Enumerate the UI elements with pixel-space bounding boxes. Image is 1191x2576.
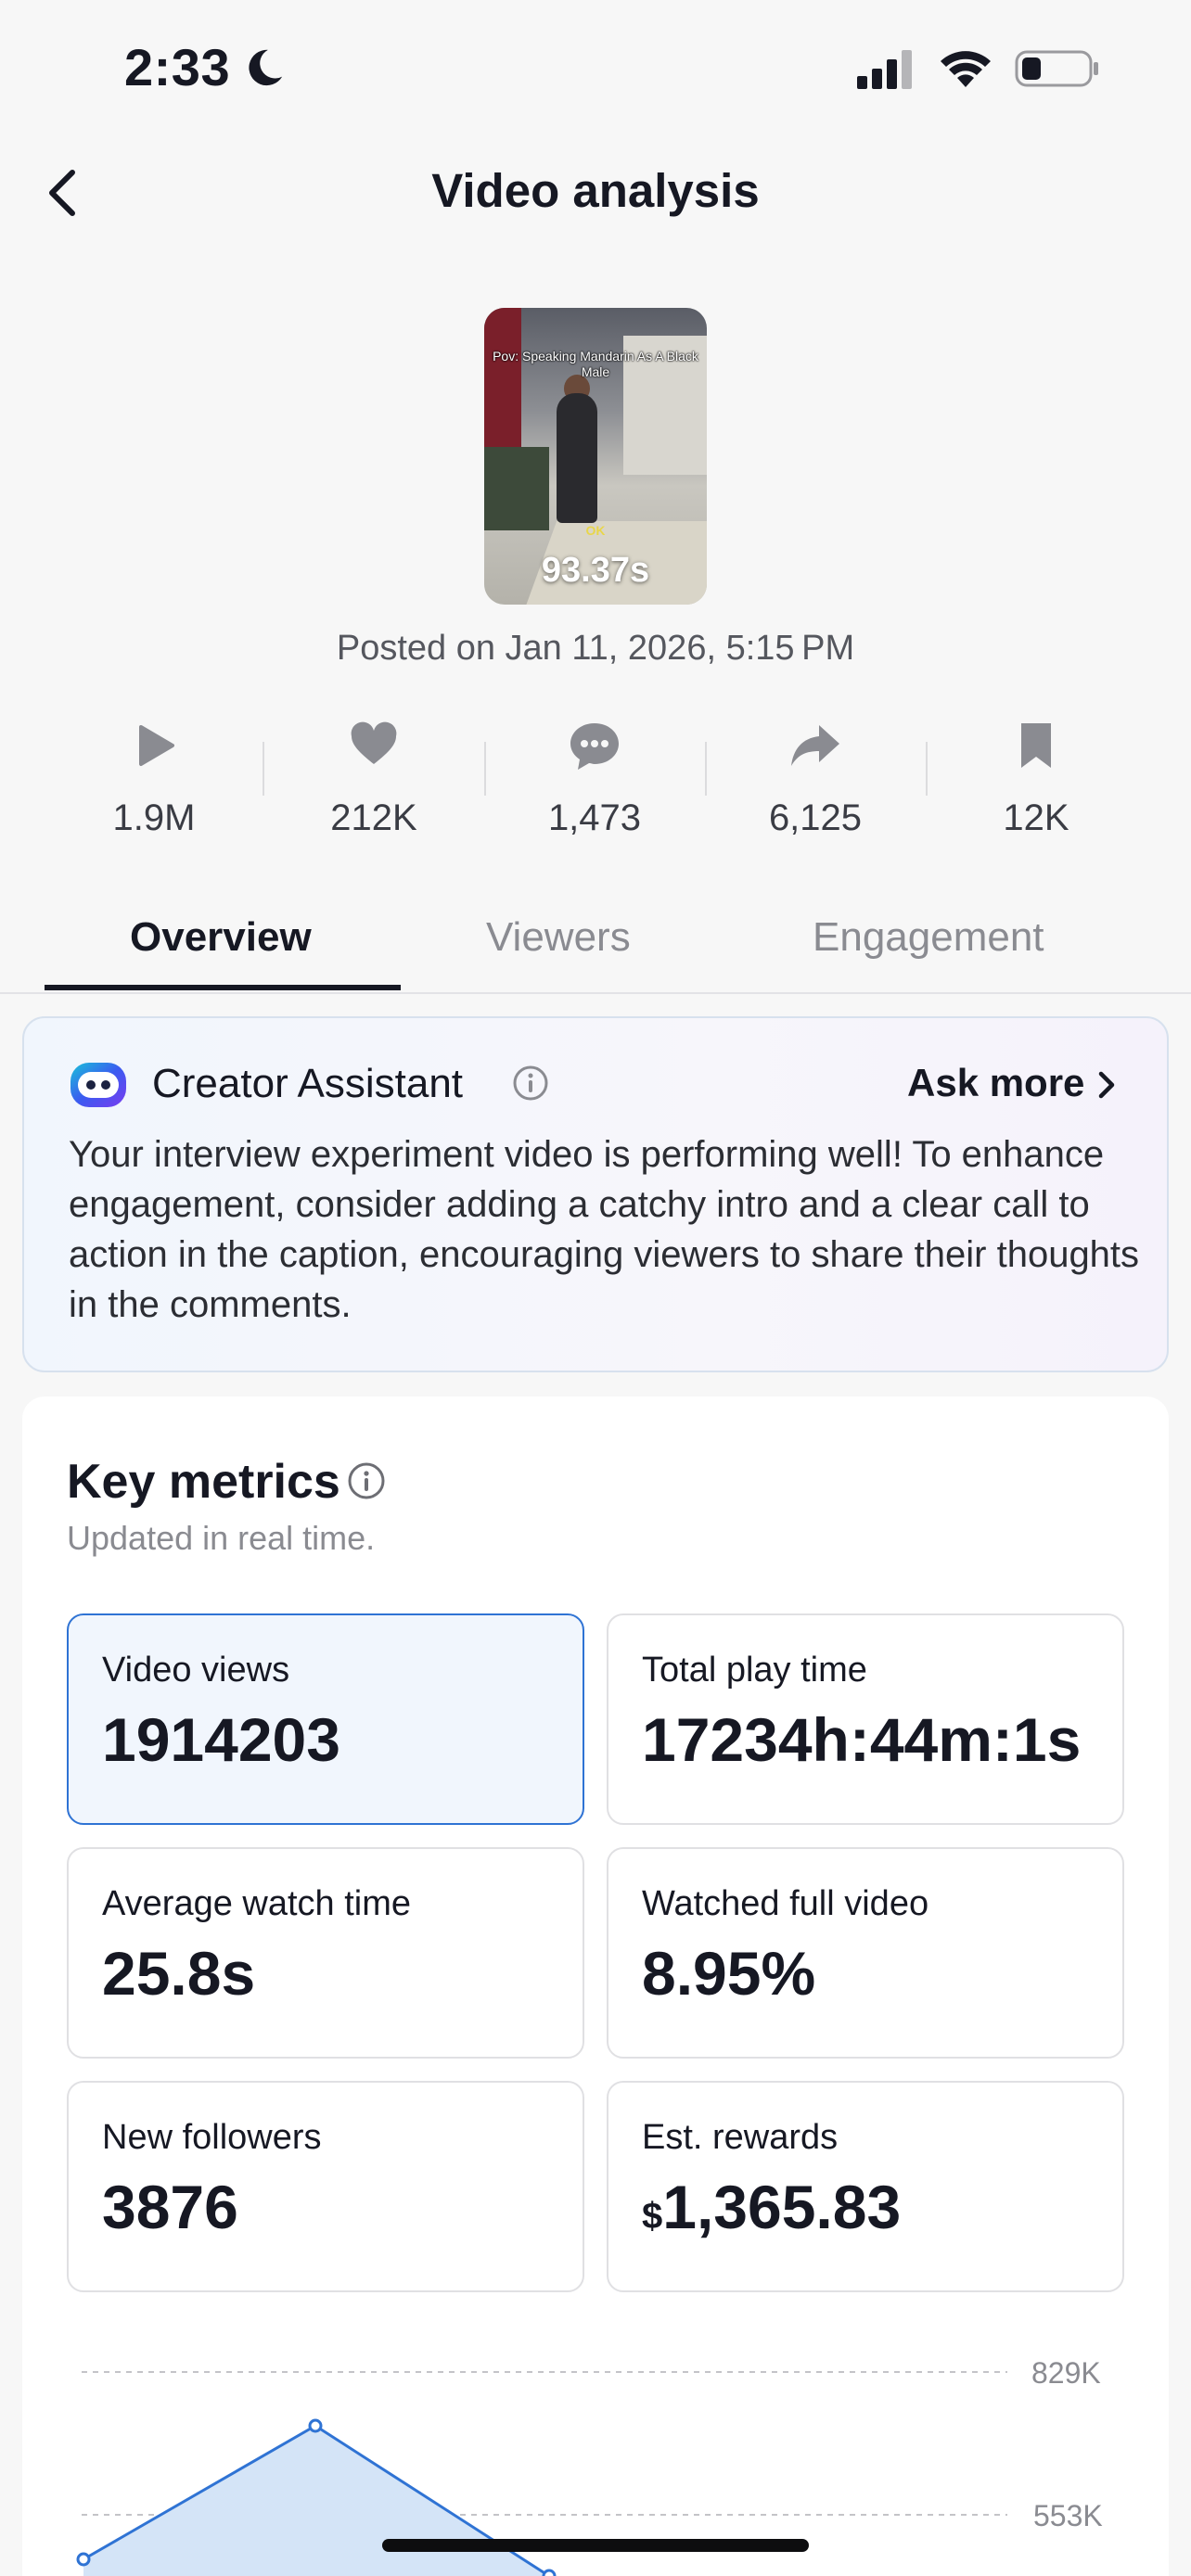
stat-views: 1.9M xyxy=(61,720,247,839)
metric-amount: 1,365.83 xyxy=(662,2173,902,2241)
tab-engagement[interactable]: Engagement xyxy=(813,914,1044,961)
stat-divider xyxy=(484,742,486,796)
tab-divider xyxy=(0,992,1191,994)
creator-assistant-logo-icon xyxy=(70,1063,126,1107)
bookmark-icon xyxy=(1021,723,1051,768)
metric-video-views[interactable]: Video views 1914203 xyxy=(67,1613,584,1825)
chart-point xyxy=(308,2418,323,2433)
chart-point xyxy=(542,2569,557,2576)
stat-value: 1,473 xyxy=(547,797,642,838)
stat-divider xyxy=(926,742,928,796)
metric-value: $1,365.83 xyxy=(642,2172,901,2242)
heart-icon xyxy=(351,721,397,764)
stat-divider xyxy=(263,742,264,796)
metrics-title: Key metrics xyxy=(67,1455,340,1509)
metric-label: Average watch time xyxy=(102,1884,412,1923)
cellular-signal-icon xyxy=(857,50,912,89)
info-icon[interactable] xyxy=(512,1065,549,1102)
key-metrics-card: Key metrics Updated in real time. Video … xyxy=(22,1396,1169,2576)
stat-divider xyxy=(705,742,707,796)
assistant-title: Creator Assistant xyxy=(152,1061,464,1106)
y-tick-553k: 553K xyxy=(1033,2499,1103,2532)
metrics-subtitle: Updated in real time. xyxy=(67,1519,376,1557)
metric-value: 3876 xyxy=(102,2173,238,2241)
thumbnail-overlay-text: OK xyxy=(585,523,606,538)
thumb-shelf xyxy=(484,447,549,530)
chart-area-fill xyxy=(83,2426,549,2576)
metric-label: Video views xyxy=(102,1651,290,1690)
stat-shares: 6,125 xyxy=(723,720,908,839)
tab-overview[interactable]: Overview xyxy=(130,914,312,961)
wifi-icon xyxy=(941,51,991,87)
active-tab-indicator xyxy=(45,985,401,990)
metric-new-followers[interactable]: New followers 3876 xyxy=(67,2081,584,2292)
metric-value: 8.95% xyxy=(642,1939,816,2008)
metric-value: 17234h:44m:1s xyxy=(642,1705,1082,1774)
stat-value: 6,125 xyxy=(768,797,863,838)
tab-viewers[interactable]: Viewers xyxy=(486,914,631,961)
posted-date: Posted on Jan 11, 2026, 5:15 PM xyxy=(336,629,855,668)
status-time: 2:33 xyxy=(124,38,231,96)
home-indicator xyxy=(382,2539,809,2552)
metric-total-play-time[interactable]: Total play time 17234h:44m:1s xyxy=(607,1613,1124,1825)
assistant-message: Your interview experiment video is perfo… xyxy=(69,1134,1140,1325)
creator-assistant-card: Creator Assistant Ask more Your intervie… xyxy=(22,1016,1169,1372)
metric-average-watch-time[interactable]: Average watch time 25.8s xyxy=(67,1847,584,2059)
comment-icon xyxy=(570,723,619,770)
metric-est-rewards[interactable]: Est. rewards $1,365.83 xyxy=(607,2081,1124,2292)
ask-more-button[interactable]: Ask more xyxy=(907,1061,1084,1105)
battery-icon xyxy=(1015,50,1098,87)
thumbnail-caption: Pov: Speaking Mandarin As A Black Male xyxy=(493,349,698,379)
metric-label: New followers xyxy=(102,2118,322,2157)
page-title: Video analysis xyxy=(431,164,760,217)
currency-symbol: $ xyxy=(642,2196,663,2237)
moon-icon xyxy=(249,49,283,86)
metric-label: Total play time xyxy=(642,1651,867,1690)
metric-label: Watched full video xyxy=(642,1884,929,1923)
stat-saves: 12K xyxy=(943,720,1129,839)
metric-watched-full-video[interactable]: Watched full video 8.95% xyxy=(607,1847,1124,2059)
info-icon[interactable] xyxy=(347,1461,386,1500)
chart-point xyxy=(76,2552,91,2567)
thumb-person xyxy=(557,393,597,523)
stat-value: 1.9M xyxy=(112,797,196,838)
stat-value: 12K xyxy=(1003,797,1069,838)
play-icon xyxy=(139,725,174,766)
metric-value: 25.8s xyxy=(102,1939,256,2008)
metric-value: 1914203 xyxy=(102,1705,340,1774)
video-duration: 93.37s xyxy=(541,551,650,590)
stat-likes: 212K xyxy=(281,720,467,839)
video-thumbnail[interactable]: Pov: Speaking Mandarin As A Black Male O… xyxy=(484,308,707,605)
chevron-right-icon[interactable] xyxy=(1093,1068,1121,1102)
y-tick-829k: 829K xyxy=(1031,2356,1101,2390)
stat-comments: 1,473 xyxy=(502,720,687,839)
stat-value: 212K xyxy=(330,797,417,838)
share-icon xyxy=(791,725,839,766)
metric-label: Est. rewards xyxy=(642,2118,839,2157)
